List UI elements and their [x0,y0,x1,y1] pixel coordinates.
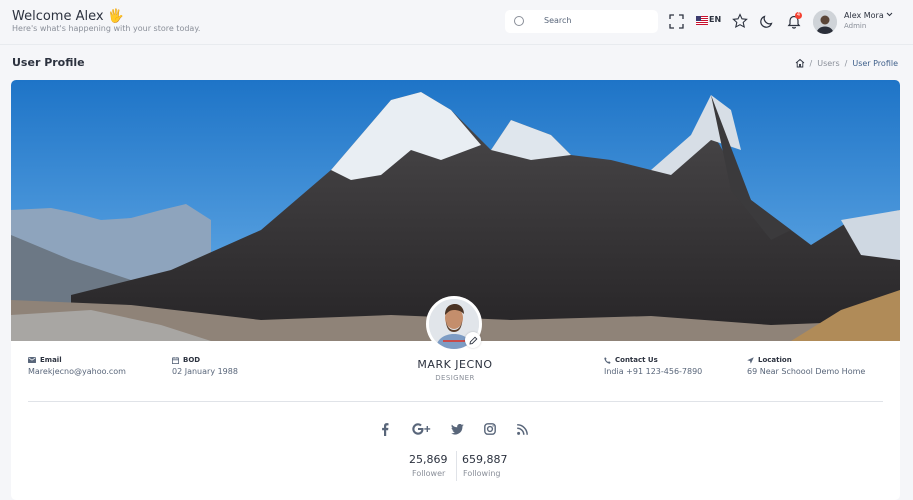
instagram-icon[interactable] [483,422,497,436]
contact-value: India +91 123-456-7890 [604,367,703,376]
top-bar: Welcome Alex 🖐 Here's what's happening w… [0,0,913,44]
profile-role: DESIGNER [435,374,475,382]
facebook-icon[interactable] [378,422,392,436]
location-label-text: Location [758,356,792,364]
profile-card: Email Marekjecno@yahoo.com BOD 02 Januar… [11,80,900,500]
stat-divider [456,451,457,481]
page-title: User Profile [12,56,85,69]
follower-count: 25,869 [409,453,448,466]
breadcrumb-separator: / [844,58,848,68]
twitter-icon[interactable] [450,422,464,436]
email-value: Marekjecno@yahoo.com [28,367,126,376]
phone-icon [604,356,611,364]
bod-label: BOD [172,356,200,364]
search-input[interactable]: Search [505,10,658,33]
search-icon [514,16,524,26]
profile-name: MARK JECNO [417,358,493,371]
following-label: Following [463,469,501,478]
home-icon[interactable] [795,58,805,68]
language-selector[interactable]: EN [709,15,721,24]
page-header: User Profile / Users / User Profile [0,44,913,80]
search-placeholder: Search [544,16,572,25]
rss-icon[interactable] [515,422,529,436]
edit-photo-button[interactable] [465,332,481,348]
divider [28,401,883,402]
pencil-icon [468,336,477,345]
contact-label: Contact Us [604,356,658,364]
welcome-subtitle: Here's what's happening with your store … [12,24,201,33]
breadcrumb-users[interactable]: Users [817,59,839,68]
location-arrow-icon [747,356,754,364]
fullscreen-icon[interactable] [667,12,685,30]
breadcrumb-current: User Profile [852,58,898,68]
breadcrumb: / Users / User Profile [795,58,898,68]
user-avatar[interactable] [813,10,837,34]
dark-mode-icon[interactable] [757,12,775,30]
breadcrumb-separator: / [809,58,813,68]
notification-badge: 4 [795,12,802,19]
us-flag-icon[interactable] [696,16,708,25]
chevron-down-icon[interactable] [886,12,893,17]
star-icon[interactable] [731,12,749,30]
welcome-title: Welcome Alex 🖐 [12,9,124,24]
bod-value: 02 January 1988 [172,367,238,376]
email-label: Email [28,356,62,364]
location-label: Location [747,356,792,364]
user-name[interactable]: Alex Mora [844,11,884,20]
user-role: Admin [844,22,867,30]
bod-label-text: BOD [183,356,201,364]
envelope-icon [28,357,36,363]
calendar-icon [172,356,179,364]
location-value: 69 Near Schoool Demo Home [747,367,866,376]
email-label-text: Email [40,356,62,364]
google-plus-icon[interactable] [411,422,431,436]
contact-label-text: Contact Us [615,356,658,364]
follower-label: Follower [412,469,446,478]
following-count: 659,887 [462,453,508,466]
